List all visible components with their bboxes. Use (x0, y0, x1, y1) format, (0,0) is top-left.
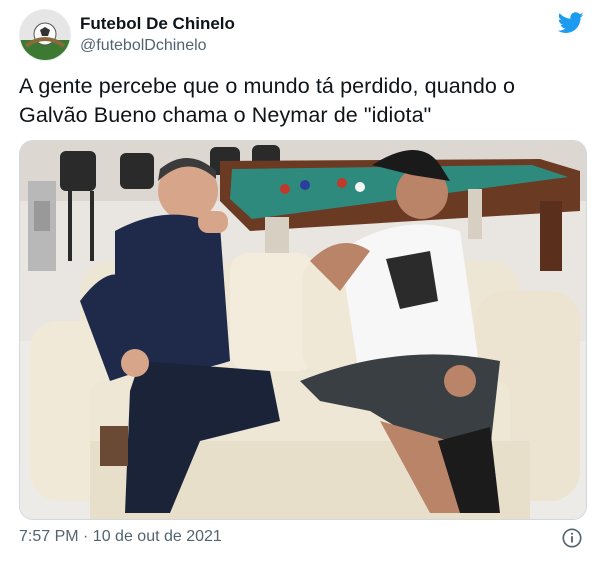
tweet-text: A gente percebe que o mundo tá perdido, … (19, 72, 589, 130)
avatar-image (20, 10, 70, 60)
tweet-text-line-2: Galvão Bueno chama o Neymar de "idiota" (19, 103, 432, 127)
tweet-card: Futebol De Chinelo @futebolDchinelo A ge… (0, 0, 604, 563)
avatar[interactable] (19, 9, 71, 61)
author-name[interactable]: Futebol De Chinelo (80, 14, 235, 34)
twitter-bird-icon[interactable] (558, 12, 584, 34)
tweet-timestamp[interactable]: 7:57 PM · 10 de out de 2021 (19, 528, 222, 546)
author-handle[interactable]: @futebolDchinelo (80, 37, 207, 55)
tweet-photo[interactable] (19, 140, 587, 520)
info-icon[interactable] (561, 527, 583, 549)
photo-scene (20, 141, 586, 519)
tweet-text-line-1: A gente percebe que o mundo tá perdido, … (19, 74, 516, 98)
